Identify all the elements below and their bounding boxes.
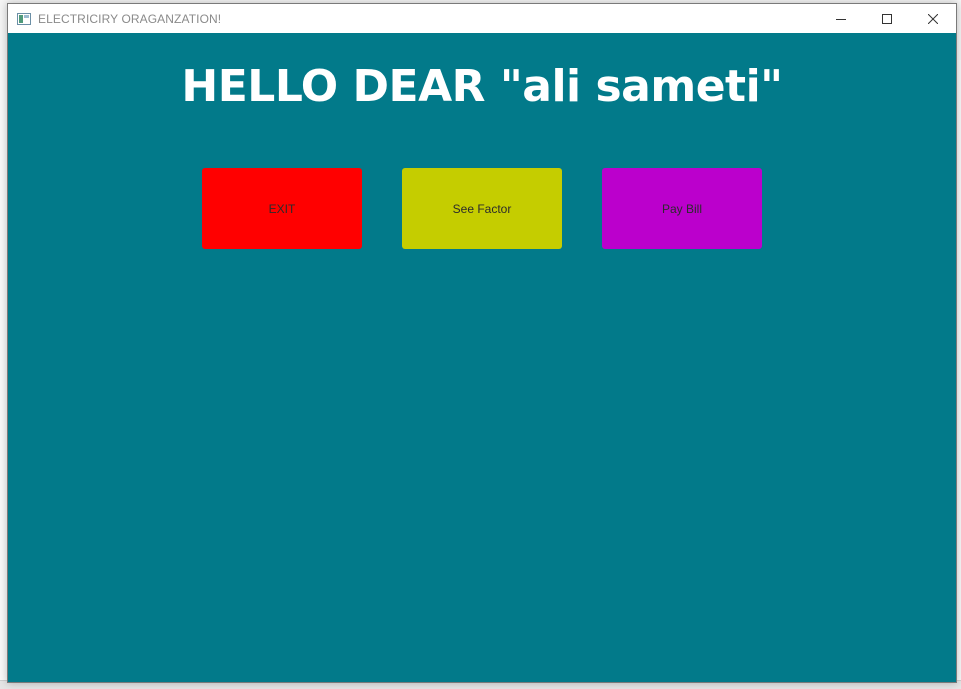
minimize-button[interactable] xyxy=(818,4,864,33)
see-factor-button-label: See Factor xyxy=(452,201,512,216)
title-bar[interactable]: ELECTRICIRY ORAGANZATION! xyxy=(8,4,956,33)
exit-button[interactable]: EXIT xyxy=(202,168,362,249)
close-icon xyxy=(928,13,938,24)
app-window: ELECTRICIRY ORAGANZATION! HELLO DEAR "al… xyxy=(7,3,957,683)
pay-bill-button-label: Pay Bill xyxy=(661,201,702,216)
greeting-heading: HELLO DEAR "ali sameti" xyxy=(181,61,783,112)
pay-bill-button[interactable]: Pay Bill xyxy=(602,168,762,249)
minimize-icon xyxy=(836,18,846,20)
exit-button-label: EXIT xyxy=(268,201,296,216)
maximize-button[interactable] xyxy=(864,4,910,33)
window-controls xyxy=(818,4,956,33)
see-factor-button[interactable]: See Factor xyxy=(402,168,562,249)
maximize-icon xyxy=(882,13,892,24)
java-window-icon xyxy=(16,11,32,27)
window-title: ELECTRICIRY ORAGANZATION! xyxy=(38,11,222,26)
main-content: HELLO DEAR "ali sameti" EXIT See Factor … xyxy=(8,33,956,682)
close-button[interactable] xyxy=(910,4,956,33)
